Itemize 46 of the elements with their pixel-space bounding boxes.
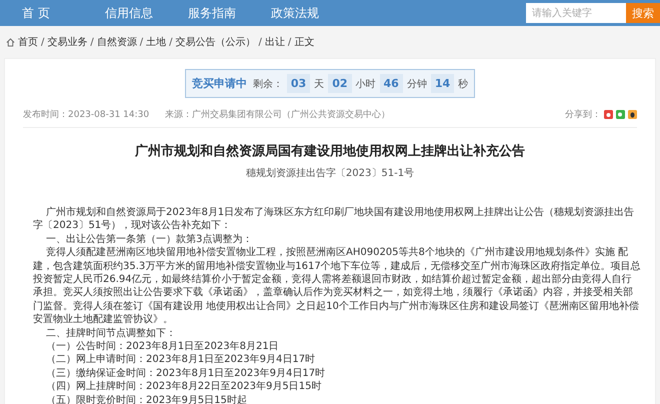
- countdown-unit: 天: [314, 78, 324, 90]
- nav-link[interactable]: 首 页: [22, 4, 105, 22]
- nav-link[interactable]: 服务指南: [188, 4, 271, 22]
- article-paragraph: （一）公告时间：2023年8月1日至2023年8月21日: [45, 340, 280, 354]
- breadcrumb-separator: /: [258, 36, 262, 48]
- qq-share-icon[interactable]: [628, 110, 637, 119]
- countdown-value: 03: [286, 74, 310, 93]
- nav-link[interactable]: 信用信息: [105, 4, 188, 22]
- article-title: 广州市规划和自然资源局国有建设用地使用权网上挂牌出让补充公告: [134, 142, 526, 160]
- nav-link[interactable]: 政策法规: [271, 4, 354, 22]
- source-text: 来源：广州交易集团有限公司（广州公共资源交易中心）: [165, 108, 390, 121]
- article-paragraph: 一、出让公告第一条第（一）款第3点调整为：: [45, 232, 254, 246]
- search-field[interactable]: 请输入关键字: [526, 3, 626, 23]
- publish-time: 发布时间：2023-08-31 14:30: [23, 108, 150, 121]
- countdown-unit: 分钟: [406, 78, 427, 90]
- countdown-unit: 小时: [356, 78, 376, 90]
- article-paragraph: 二、挂牌时间节点调整如下：: [45, 326, 177, 340]
- remaining-label: 剩余：: [252, 78, 283, 90]
- weibo-share-icon[interactable]: [604, 110, 613, 119]
- breadcrumb-separator: /: [288, 36, 292, 48]
- breadcrumb-link[interactable]: 首页: [18, 35, 38, 49]
- breadcrumb-link[interactable]: 交易公告（公示）: [176, 35, 256, 49]
- breadcrumb-link[interactable]: 正文: [294, 35, 314, 49]
- home-icon: [6, 38, 15, 46]
- breadcrumb-separator: /: [140, 36, 144, 48]
- breadcrumb-link[interactable]: 自然资源: [96, 35, 137, 49]
- share-label: 分享到：: [565, 108, 601, 121]
- countdown-value: 02: [328, 74, 352, 93]
- wechat-share-icon[interactable]: [616, 110, 625, 119]
- article-paragraph: （四）网上挂牌时间：2023年8月22日至2023年9月5日15时: [45, 380, 322, 394]
- status-label: 竞买申请中: [192, 76, 247, 91]
- countdown-value: 46: [380, 74, 403, 93]
- article-paragraph: （三）缴纳保证金时间：2023年8月1日至2023年9月4日17时: [45, 366, 326, 380]
- breadcrumb-link[interactable]: 土地: [146, 35, 166, 49]
- article-paragraph: （五）限时竞价时间：2023年9月5日15时起: [45, 394, 248, 404]
- countdown-value: 14: [430, 74, 454, 93]
- article-paragraph: 竞得人须配建琶洲南区地块留用地补偿安置物业工程，按照琶洲南区AH090205等共8个地块的《广州市建设用地规划条件》实施 配建，包含建筑面积约35.3万平方米的留用地补偿安置物业与1617个地下车位等，建成后，无偿移交至广州市海珠区政府指定单位。项目总投资暂定人民币26.94亿元，如最终结算价小于暂定金额，竞得人需将差额退回市财政，如结算价超过暂定金额，超出部分由竞得人自行承担。竞买人须按照出让公告要求下载《承诺函》，盖章确认后作为竞买材料之一，如竞得土地，须履行《承诺函》内容，并接受相关部门监督。竞得人须在签订《国有建设用 地使用权出让合同》之日起10个工作日内与广州市海珠区住房和建设局签订《琶洲南区留用地补偿安置物业土地配建监管协议》。: [33, 246, 641, 327]
- breadcrumb-separator: /: [90, 36, 94, 48]
- countdown-unit: 秒: [458, 78, 468, 90]
- breadcrumb-link[interactable]: 出让: [264, 35, 285, 49]
- article-paragraph: （二）网上申请时间：2023年8月1日至2023年9月4日17时: [45, 353, 316, 367]
- document-number: 穗规划资源挂出告字〔2023〕51-1号: [244, 166, 416, 180]
- breadcrumb-separator: /: [41, 36, 44, 48]
- breadcrumb-link[interactable]: 交易业务: [47, 35, 88, 49]
- breadcrumb-separator: /: [169, 36, 172, 48]
- article-paragraph: 广州市规划和自然资源局于2023年8月1日发布了海珠区东方红印刷厂地块国有建设用地使用权网上挂牌出让公告（穗规划资源挂出告字〔2023〕51号），现对该公告补充如下：: [33, 206, 636, 233]
